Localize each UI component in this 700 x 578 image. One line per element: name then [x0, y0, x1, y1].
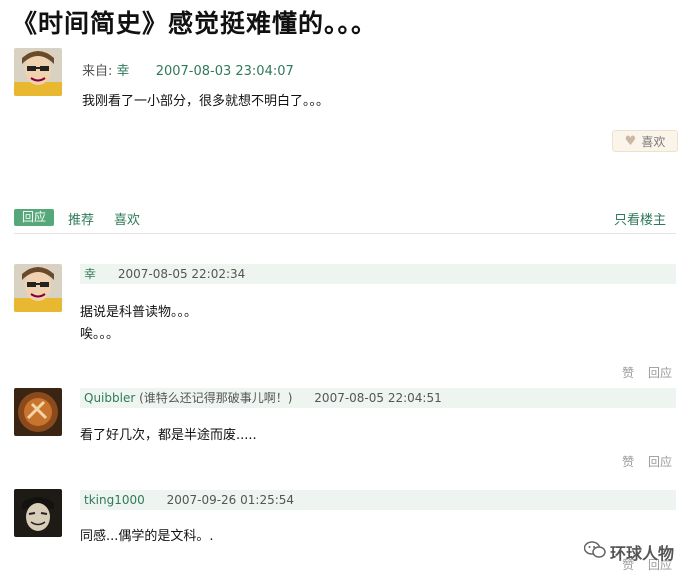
comment-line: 看了好几次，都是半途而废.....: [80, 428, 257, 443]
comment-line: 据说是科普读物。。。: [80, 305, 198, 320]
comment-like-link[interactable]: 赞: [622, 366, 634, 380]
wechat-icon: [583, 541, 606, 563]
comment-header: tking1000 2007-09-26 01:25:54: [80, 490, 676, 510]
comment-author-link[interactable]: Quibbler: [80, 391, 135, 405]
comment-date: 2007-08-05 22:02:34: [117, 267, 246, 281]
post-like-button[interactable]: ♥ 喜欢: [612, 130, 678, 152]
post-like-label: 喜欢: [641, 134, 666, 149]
reply-button[interactable]: 回应: [14, 209, 55, 226]
page-title: 《时间简史》感觉挺难懂的。。。: [12, 9, 378, 38]
comment-body: 看了好几次，都是半途而废.....: [80, 425, 257, 447]
post-body: 我刚看了一小部分，很多就想不明白了。。。: [82, 94, 330, 109]
author-only-link[interactable]: 只看楼主: [614, 209, 666, 228]
comment-body: 据说是科普读物。。。 唉。。。: [80, 302, 197, 346]
comment-like-link[interactable]: 赞: [622, 455, 634, 469]
author-avatar[interactable]: [14, 48, 62, 96]
comment-actions: 赞 回应: [612, 364, 672, 381]
comment-date: 2007-09-26 01:25:54: [166, 493, 295, 507]
like-link[interactable]: 喜欢: [114, 209, 140, 228]
comment-reply-link[interactable]: 回应: [648, 366, 672, 380]
comment-body: 同感...偶学的是文科。.: [80, 526, 214, 548]
comment-actions: 赞 回应: [612, 453, 672, 470]
comment-reply-link[interactable]: 回应: [648, 455, 672, 469]
comment-header: Quibbler (谁特么还记得那破事儿啊！) 2007-08-05 22:04…: [80, 388, 676, 408]
post-meta: 来自: 幸 2007-08-03 23:04:07: [82, 60, 294, 79]
comment-avatar[interactable]: [14, 388, 62, 436]
comment-author-link[interactable]: 幸: [80, 267, 96, 281]
watermark: 环球人物: [583, 540, 675, 564]
comment-avatar[interactable]: [14, 264, 62, 312]
heart-icon: ♥: [624, 133, 637, 149]
comment-line: 唉。。。: [80, 327, 120, 342]
comment-date: 2007-08-05 22:04:51: [314, 391, 442, 405]
recommend-link[interactable]: 推荐: [68, 209, 94, 228]
comment-author-link[interactable]: tking1000: [80, 493, 145, 507]
post-action-bar: 回应 推荐 喜欢 只看楼主: [0, 208, 700, 234]
comment-author-note: (谁特么还记得那破事儿啊！): [135, 391, 293, 405]
comment-header: 幸 2007-08-05 22:02:34: [80, 264, 676, 284]
comment-avatar[interactable]: [14, 489, 62, 537]
post-date: 2007-08-03 23:04:07: [155, 64, 294, 79]
from-label: 来自:: [82, 64, 113, 79]
divider: [14, 233, 676, 234]
comment-line: 同感...偶学的是文科。.: [80, 529, 214, 544]
watermark-text: 环球人物: [610, 544, 675, 563]
post-author-link[interactable]: 幸: [117, 64, 130, 79]
